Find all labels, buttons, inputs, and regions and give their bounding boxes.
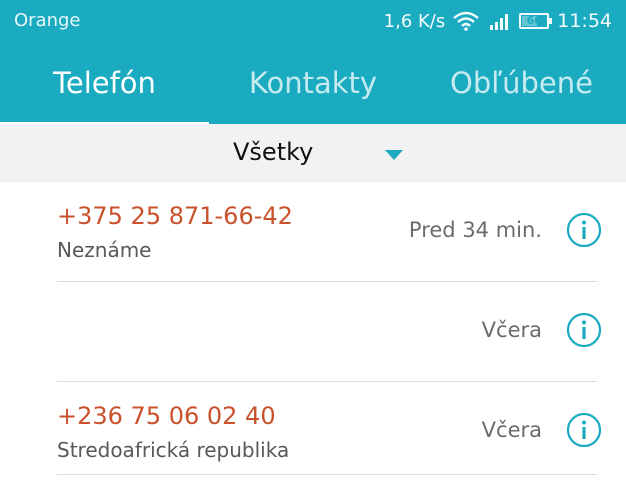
call-time: Včera (481, 318, 542, 342)
call-log-item[interactable]: +375 25 871-66-42 Neznáme Pred 34 min. (0, 182, 626, 281)
info-icon[interactable] (566, 212, 602, 248)
signal-icon (490, 14, 509, 30)
network-speed: 1,6 K/s (383, 10, 446, 32)
status-indicators: 1,6 K/s 66 11:54 (384, 9, 612, 33)
filter-selected-value: Všetky (233, 138, 314, 166)
battery-level: 66 (526, 14, 542, 27)
tab-phone[interactable]: Telefón (0, 42, 209, 124)
tab-favorites[interactable]: Obľúbené (417, 42, 626, 124)
call-log-item[interactable]: Včera (0, 282, 626, 381)
call-time: Včera (481, 418, 542, 442)
tab-bar: Telefón Kontakty Obľúbené (0, 42, 626, 126)
status-bar: Orange 1,6 K/s 66 11:54 (0, 0, 626, 42)
redacted-caller (18, 294, 225, 359)
app-header: Orange 1,6 K/s 66 11:54 Telefón Kontakty… (0, 0, 626, 126)
info-icon[interactable] (566, 312, 602, 348)
battery-icon: 66 (519, 13, 553, 29)
dropdown-arrow-icon[interactable] (385, 150, 403, 160)
clock: 11:54 (557, 10, 612, 32)
caller-number: +375 25 871-66-42 (57, 202, 293, 230)
call-time: Pred 34 min. (408, 218, 542, 242)
info-icon[interactable] (566, 412, 602, 448)
caller-label: Neznáme (57, 238, 152, 262)
caller-number: +236 75 06 02 40 (57, 402, 276, 430)
battery-tip (549, 18, 553, 24)
call-filter-dropdown[interactable]: Všetky (0, 124, 626, 182)
divider (57, 474, 597, 475)
call-log-item[interactable]: +236 75 06 02 40 Stredoafrická republika… (0, 382, 626, 481)
tab-contacts[interactable]: Kontakty (209, 42, 417, 124)
carrier-name: Orange (14, 10, 81, 31)
wifi-icon (453, 11, 480, 31)
caller-label: Stredoafrická republika (57, 438, 290, 462)
